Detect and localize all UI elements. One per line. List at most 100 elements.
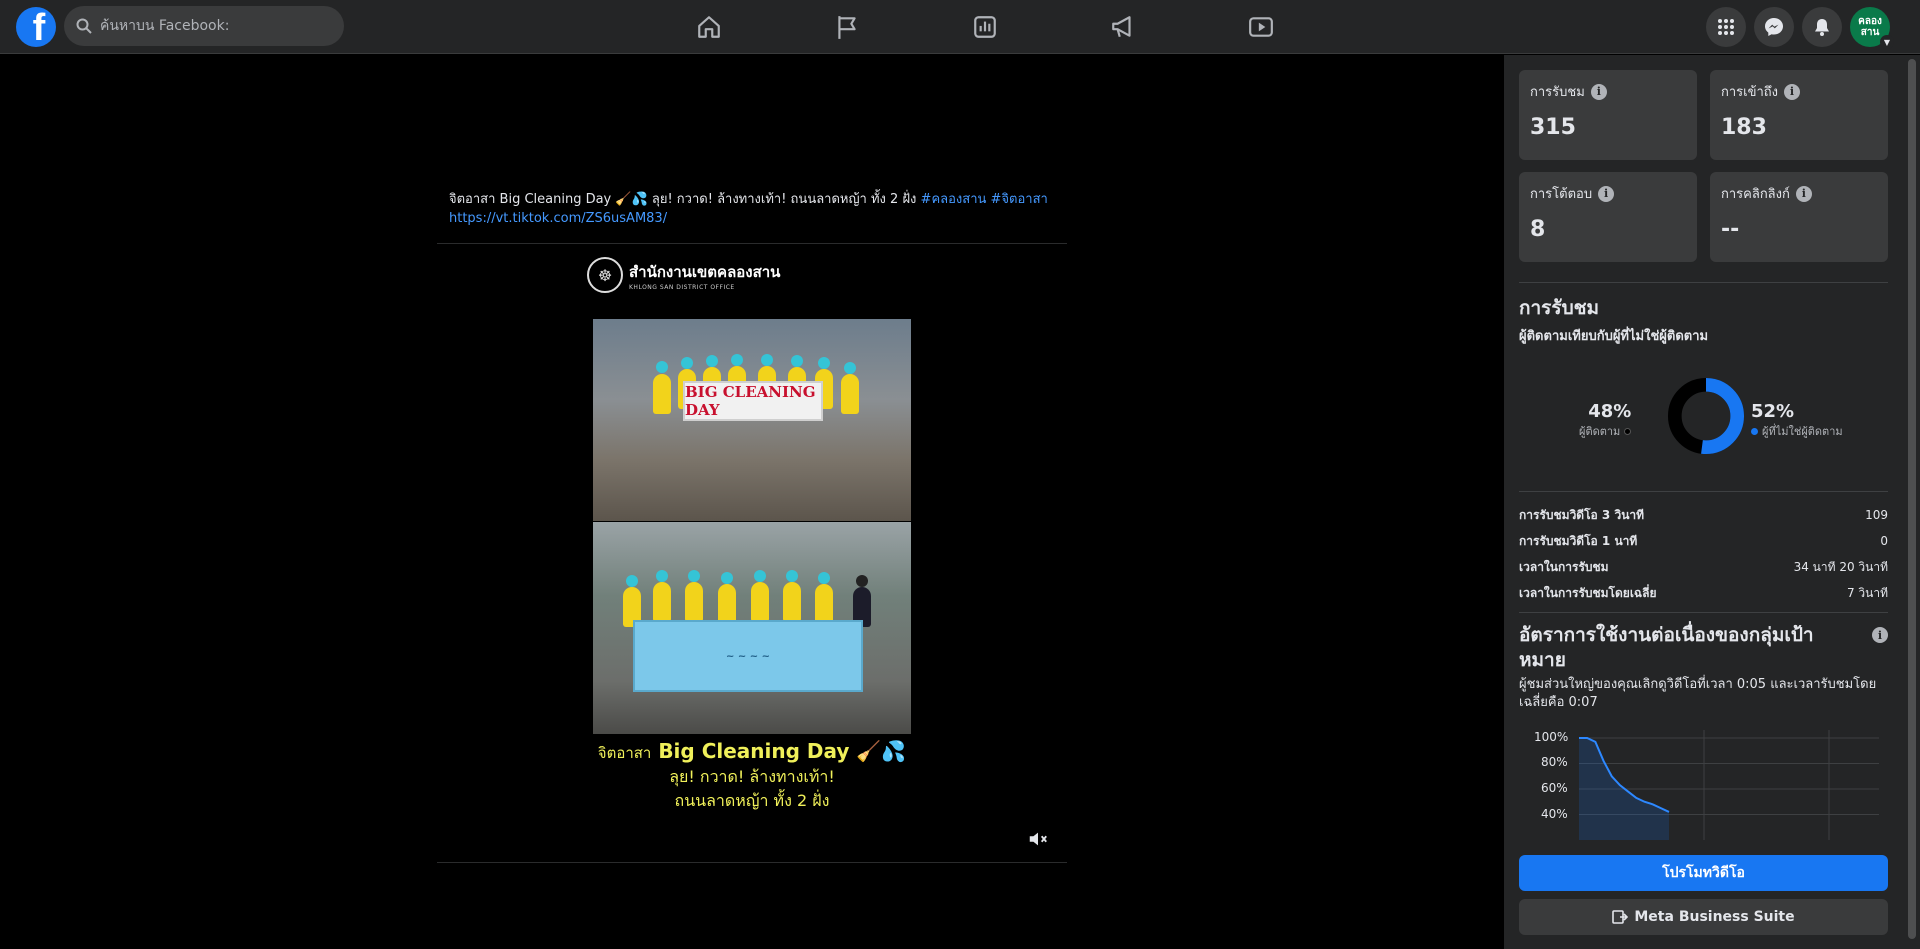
caption-line1-small: จิตอาสา (597, 744, 652, 762)
metric-row: การรับชมวิดีโอ 1 นาที 0 (1519, 528, 1888, 554)
y-tick-label: 100% (1534, 730, 1569, 744)
stat-card-reach: การเข้าถึง i 183 (1710, 70, 1888, 160)
non-followers-legend: 52% ผู้ที่ไม่ใช่ผู้ติดตาม (1751, 401, 1843, 440)
post-text: จิตอาสา Big Cleaning Day 🧹💦 ลุย! กวาด! ล… (437, 183, 1067, 235)
stat-card-link-clicks: การคลิกลิงก์ i -- (1710, 172, 1888, 262)
metric-label: เวลาในการรับชม (1519, 560, 1609, 574)
big-cleaning-banner: BIG CLEANING DAY (683, 381, 823, 421)
stat-value: 183 (1721, 115, 1767, 140)
stat-label: การเข้าถึง (1721, 85, 1779, 100)
search-box[interactable] (64, 6, 344, 46)
banner-text: BIG CLEANING DAY (685, 383, 816, 419)
post-hashtags[interactable]: #คลองสาน #จิตอาสา (921, 192, 1048, 207)
watch-video-icon[interactable] (1192, 0, 1330, 54)
promote-video-button[interactable]: โปรโมทวิดีโอ (1519, 855, 1888, 891)
video-metrics: การรับชมวิดีโอ 3 วินาที 109 การรับชมวิดีโ… (1519, 502, 1888, 606)
post-body: จิตอาสา Big Cleaning Day 🧹💦 ลุย! กวาด! ล… (449, 192, 921, 207)
search-icon (76, 18, 92, 34)
post: จิตอาสา Big Cleaning Day 🧹💦 ลุย! กวาด! ล… (437, 183, 1067, 876)
followers-percent: 48% (1588, 401, 1632, 422)
stat-label: การโต้ตอบ (1530, 187, 1593, 202)
info-icon[interactable]: i (1795, 185, 1812, 202)
panel-scrollbar[interactable] (1908, 59, 1916, 939)
menu-grid-icon[interactable] (1706, 7, 1746, 47)
followers-label: ผู้ติดตาม (1579, 425, 1621, 438)
retention-plot (1579, 730, 1879, 840)
post-link[interactable]: https://vt.tiktok.com/ZS6usAM83/ (449, 211, 667, 226)
video-player[interactable]: ☸ สำนักงานเขตคลองสาน KHLONG SAN DISTRICT… (437, 252, 1067, 876)
office-header: ☸ สำนักงานเขตคลองสาน KHLONG SAN DISTRICT… (587, 257, 780, 293)
retention-subtitle: ผู้ชมส่วนใหญ่ของคุณเลิกดูวิดีโอที่เวลา 0… (1519, 677, 1877, 710)
top-navigation-bar: f คลอง สาน ▼ (0, 0, 1920, 54)
metric-value: 7 วินาที (1846, 586, 1888, 600)
stat-value: -- (1721, 217, 1740, 242)
retention-title: อัตราการใช้งานต่อเนื่องของกลุ่มเป้าหมาย (1519, 624, 1814, 671)
divider (437, 243, 1067, 244)
district-map-banner: ~ ~ ~ ~ (633, 620, 863, 692)
metric-row: เวลาในการรับชมโดยเฉลี่ย 7 วินาที (1519, 580, 1888, 606)
info-icon[interactable]: i (1598, 185, 1615, 202)
ads-megaphone-icon[interactable] (1054, 0, 1192, 54)
office-name: สำนักงานเขตคลองสาน (629, 262, 781, 281)
divider (1519, 612, 1888, 613)
video-photo-bottom: ~ ~ ~ ~ (593, 522, 911, 734)
info-icon[interactable]: i (1590, 83, 1607, 100)
messenger-icon[interactable] (1754, 7, 1794, 47)
main-nav (640, 0, 1330, 54)
district-emblem-icon: ☸ (587, 257, 623, 293)
facebook-logo[interactable]: f (16, 7, 56, 47)
stat-label: การคลิกลิงก์ (1721, 187, 1790, 202)
non-followers-dot (1751, 427, 1758, 435)
caption-line2: ลุย! กวาด! ล้างทางเท้า! (669, 767, 835, 786)
metric-row: การรับชมวิดีโอ 3 วินาที 109 (1519, 502, 1888, 528)
insights-icon[interactable] (916, 0, 1054, 54)
external-link-icon (1612, 910, 1629, 924)
retention-header: อัตราการใช้งานต่อเนื่องของกลุ่มเป้าหมาย … (1519, 623, 1888, 673)
header-actions: คลอง สาน ▼ (1706, 7, 1894, 49)
y-tick-label: 40% (1541, 807, 1568, 821)
metric-label: เวลาในการรับชมโดยเฉลี่ย (1519, 586, 1657, 600)
divider (1519, 282, 1888, 283)
insights-panel: การรับชม i 315 การเข้าถึง i 183 การโต้ตอบ i… (1504, 55, 1920, 949)
stat-card-views: การรับชม i 315 (1519, 70, 1697, 160)
retention-chart: 100% 80% 60% 40% (1519, 730, 1888, 840)
stat-value: 315 (1530, 115, 1576, 140)
non-followers-label: ผู้ที่ไม่ใช่ผู้ติดตาม (1762, 425, 1843, 438)
notifications-bell-icon[interactable] (1802, 7, 1842, 47)
stat-card-engagement: การโต้ตอบ i 8 (1519, 172, 1697, 262)
divider (1519, 491, 1888, 492)
office-subtitle: KHLONG SAN DISTRICT OFFICE (629, 283, 735, 291)
mute-icon[interactable] (1027, 828, 1049, 850)
video-controls (437, 825, 1067, 855)
stat-value: 8 (1530, 217, 1546, 242)
followers-donut-chart: 48% ผู้ติดตาม 52% ผู้ที่ไม่ใช่ผู้ติดตาม (1519, 346, 1888, 491)
views-section-title: การรับชม (1519, 297, 1600, 319)
y-tick-label: 60% (1541, 781, 1568, 795)
search-input[interactable] (100, 18, 330, 34)
metric-value: 0 (1880, 534, 1888, 548)
donut-chart (1667, 377, 1745, 455)
meta-business-suite-label: Meta Business Suite (1634, 909, 1795, 925)
views-section-subtitle: ผู้ติดตามเทียบกับผู้ที่ไม่ใช่ผู้ติดตาม (1519, 329, 1709, 344)
metric-value: 34 นาที 20 วินาที (1793, 560, 1888, 574)
followers-dot (1624, 427, 1632, 435)
y-tick-label: 80% (1541, 755, 1568, 769)
profile-avatar[interactable]: คลอง สาน ▼ (1850, 7, 1894, 49)
chevron-down-icon[interactable]: ▼ (1880, 35, 1894, 49)
caption-line1-big: Big Cleaning Day 🧹💦 (658, 739, 907, 763)
pages-flag-icon[interactable] (778, 0, 916, 54)
home-icon[interactable] (640, 0, 778, 54)
stat-grid: การรับชม i 315 การเข้าถึง i 183 การโต้ตอบ i… (1519, 70, 1888, 262)
metric-label: การรับชมวิดีโอ 1 นาที (1519, 534, 1638, 548)
divider (437, 862, 1067, 863)
facebook-logo-letter: f (32, 7, 46, 47)
video-caption: จิตอาสา Big Cleaning Day 🧹💦 ลุย! กวาด! ล… (537, 739, 967, 813)
caption-line3: ถนนลาดหญ้า ทั้ง 2 ฝั่ง (674, 791, 830, 810)
followers-legend: 48% ผู้ติดตาม (1579, 401, 1632, 440)
video-photo-top: BIG CLEANING DAY (593, 319, 911, 521)
info-icon[interactable]: i (1872, 627, 1888, 643)
metric-value: 109 (1865, 508, 1888, 522)
metric-label: การรับชมวิดีโอ 3 วินาที (1519, 508, 1645, 522)
info-icon[interactable]: i (1784, 83, 1801, 100)
meta-business-suite-button[interactable]: Meta Business Suite (1519, 899, 1888, 935)
